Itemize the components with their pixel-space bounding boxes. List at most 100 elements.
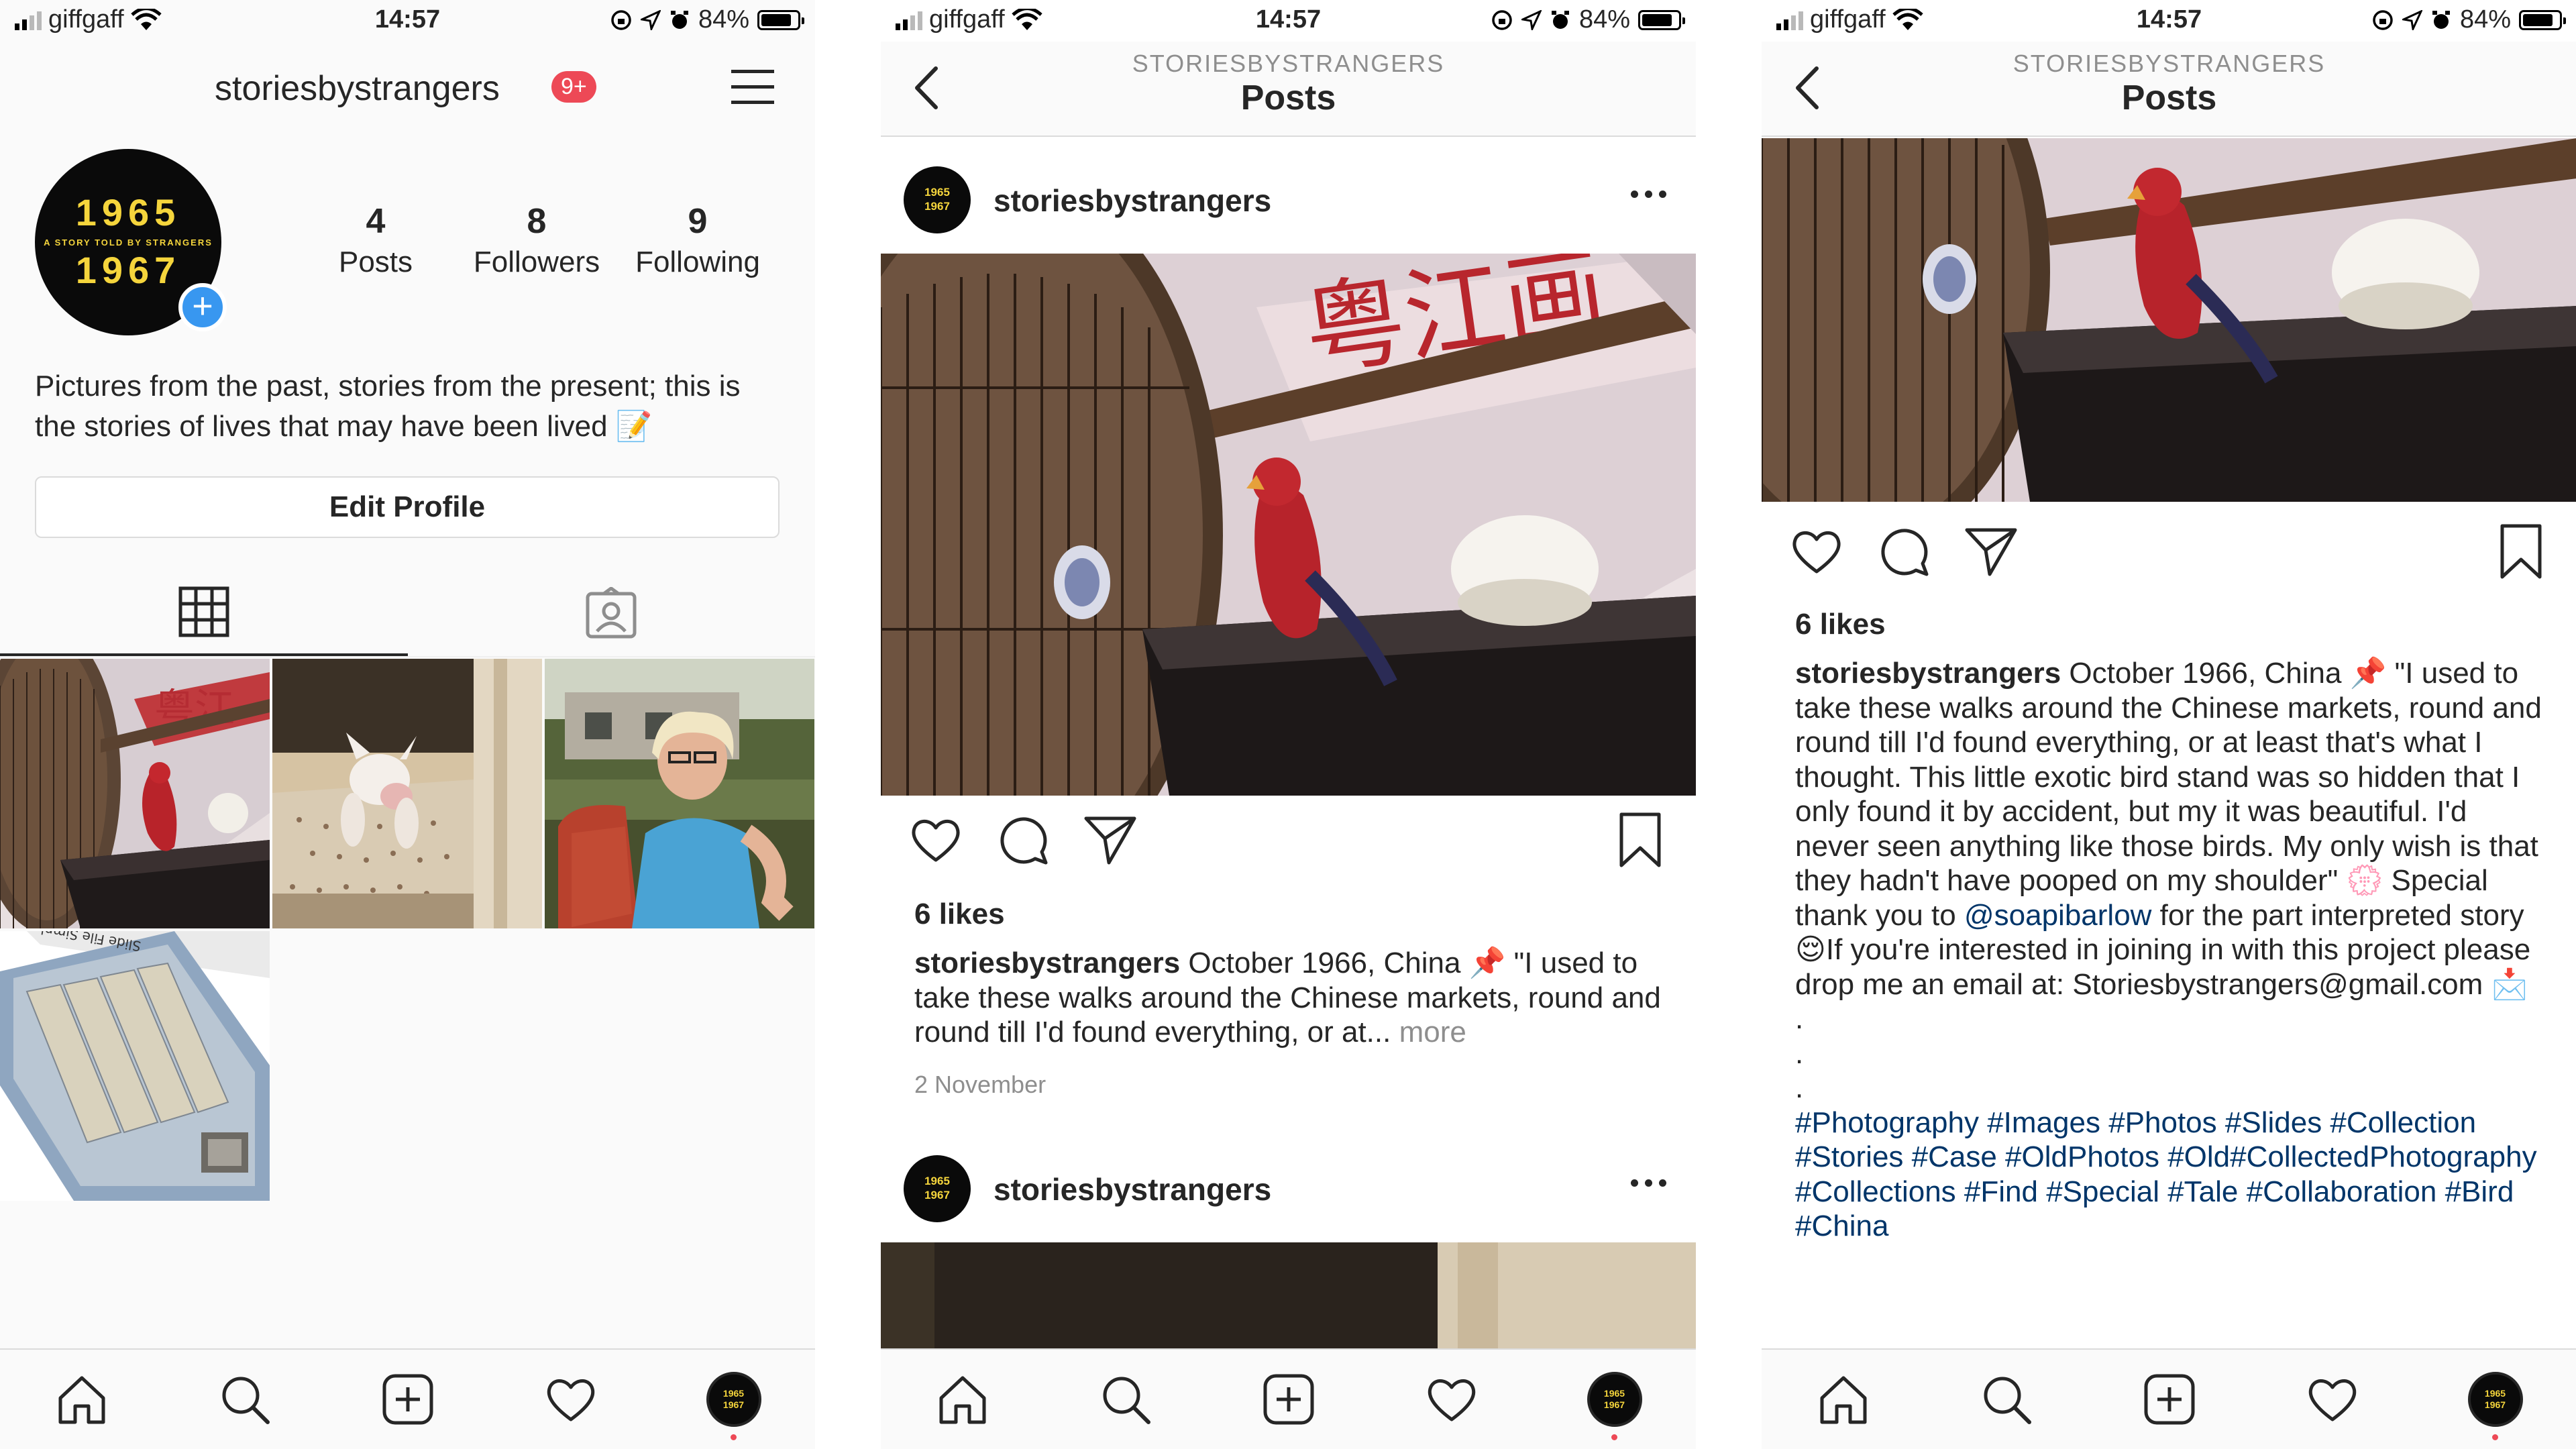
tab-tagged[interactable]	[408, 570, 816, 656]
share-icon[interactable]	[1082, 812, 1138, 868]
nav-activity[interactable]	[541, 1369, 601, 1430]
more-link[interactable]: more	[1399, 1016, 1466, 1049]
post-detail-screen: giffgaff 14:57 84% STORIESBYSTRANGERS Po…	[1762, 0, 2576, 1449]
nav-avatar-bottom: 1967	[2484, 1399, 2506, 1410]
nav-new-post[interactable]	[1258, 1369, 1319, 1430]
tagged-person-icon	[586, 587, 637, 639]
edit-profile-button[interactable]: Edit Profile	[35, 476, 780, 538]
comment-icon[interactable]	[995, 812, 1051, 868]
post-avatar[interactable]: 1965 1967	[904, 166, 971, 233]
post-caption: storiesbystrangers October 1966, China 📌…	[914, 946, 1666, 1050]
nav-home[interactable]	[1813, 1369, 1874, 1430]
grid-icon	[178, 586, 229, 637]
profile-nav-avatar: 1965 1967	[1587, 1372, 1642, 1427]
status-bar: giffgaff 14:57 84%	[0, 0, 815, 42]
alarm-icon	[670, 10, 688, 29]
nav-avatar-bottom: 1967	[1603, 1399, 1625, 1410]
lock-rotation-icon	[1492, 9, 1512, 30]
header-title: Posts	[2121, 78, 2217, 117]
nav-search[interactable]	[215, 1369, 275, 1430]
stat-followers[interactable]: 8 Followers	[456, 201, 617, 279]
nav-profile[interactable]: 1965 1967	[704, 1369, 764, 1440]
grid-photo-slide-case[interactable]: Slide File Simplex	[0, 931, 270, 1201]
location-icon	[2402, 9, 2422, 30]
location-icon	[640, 9, 661, 30]
stat-posts[interactable]: 4 Posts	[295, 201, 456, 279]
nav-new-post[interactable]	[2139, 1369, 2200, 1430]
tab-grid[interactable]	[0, 570, 408, 656]
add-story-icon[interactable]: +	[178, 283, 227, 331]
caption-text-1: October 1966, China 📌 "I used to take th…	[1795, 657, 2542, 932]
activity-dot	[2491, 1434, 2498, 1440]
lock-rotation-icon	[611, 9, 631, 30]
battery-icon	[1638, 9, 1685, 30]
nav-profile[interactable]: 1965 1967	[2465, 1369, 2526, 1440]
heart-icon	[547, 1379, 594, 1421]
bookmark-icon[interactable]	[1612, 812, 1668, 868]
mention-link[interactable]: @soapibarlow	[1964, 899, 2151, 932]
profile-bio: Pictures from the past, stories from the…	[35, 370, 741, 443]
alarm-icon	[2432, 10, 2450, 29]
caption-dot-2: .	[1795, 1036, 1804, 1070]
battery-percent: 84%	[1578, 5, 1630, 34]
grid-photo-woman[interactable]	[545, 659, 814, 928]
nav-activity[interactable]	[1421, 1369, 1482, 1430]
caption-dot-1: .	[1795, 1002, 1804, 1035]
activity-dot	[730, 1434, 737, 1440]
post-actions	[881, 798, 1696, 879]
notification-badge[interactable]: 9+	[551, 71, 596, 103]
battery-percent: 84%	[2459, 5, 2511, 34]
more-options-icon[interactable]	[1631, 1179, 1666, 1187]
nav-search[interactable]	[1976, 1369, 2037, 1430]
like-icon[interactable]	[908, 812, 964, 868]
battery-icon	[2519, 9, 2566, 30]
post-photo[interactable]: 粤江画	[881, 254, 1696, 796]
nav-home[interactable]	[52, 1369, 112, 1430]
battery-icon	[757, 9, 804, 30]
nav-avatar-bottom: 1967	[722, 1399, 745, 1410]
menu-icon[interactable]	[731, 70, 774, 107]
stat-following[interactable]: 9 Following	[617, 201, 778, 279]
bottom-nav: 1965 1967	[1762, 1348, 2576, 1449]
bookmark-icon[interactable]	[2493, 523, 2549, 580]
search-icon	[1103, 1377, 1150, 1424]
dog-photo-image	[272, 659, 542, 928]
nav-activity[interactable]	[2302, 1369, 2363, 1430]
more-options-icon[interactable]	[1631, 191, 1666, 198]
status-bar: giffgaff 14:57 84%	[881, 0, 1696, 42]
add-post-icon	[1263, 1374, 1313, 1425]
bottom-nav: 1965 1967	[881, 1348, 1696, 1449]
header-title: Posts	[1240, 78, 1336, 117]
post-header: 1965 1967 storiesbystrangers	[881, 148, 1696, 241]
profile-stats: 4 Posts 8 Followers 9 Following	[295, 201, 778, 279]
woman-photo-image	[545, 659, 814, 928]
hashtags[interactable]: #Photography #Images #Photos #Slides #Co…	[1795, 1106, 2537, 1243]
bird-photo-image: 粤江	[0, 659, 270, 928]
caption-username[interactable]: storiesbystrangers	[914, 947, 1180, 979]
share-icon[interactable]	[1963, 523, 2019, 580]
grid-photo-dog[interactable]	[272, 659, 542, 928]
post-avatar[interactable]: 1965 1967	[904, 1155, 971, 1222]
caption-username[interactable]: storiesbystrangers	[1795, 657, 2061, 690]
avatar-year-top: 1965	[75, 191, 181, 233]
comment-icon[interactable]	[1876, 523, 1932, 580]
add-post-icon	[2144, 1374, 2194, 1425]
post-username[interactable]: storiesbystrangers	[994, 182, 1271, 219]
likes-count[interactable]: 6 likes	[914, 898, 1005, 931]
likes-count[interactable]: 6 likes	[1795, 608, 1886, 641]
profile-nav-avatar: 1965 1967	[706, 1372, 761, 1427]
post-header-2: 1965 1967 storiesbystrangers	[881, 1136, 1696, 1230]
nav-avatar-top: 1965	[722, 1388, 745, 1399]
header-subtitle: STORIESBYSTRANGERS	[2012, 50, 2326, 77]
status-bar: giffgaff 14:57 84%	[1762, 0, 2576, 42]
nav-new-post[interactable]	[378, 1369, 438, 1430]
nav-profile[interactable]: 1965 1967	[1585, 1369, 1645, 1440]
post-username[interactable]: storiesbystrangers	[994, 1171, 1271, 1208]
post-photo[interactable]	[1762, 138, 2576, 502]
post-photo-2[interactable]	[881, 1242, 1696, 1356]
grid-photo-bird[interactable]: 粤江	[0, 659, 270, 928]
nav-search[interactable]	[1095, 1369, 1156, 1430]
nav-home[interactable]	[932, 1369, 993, 1430]
slide-case-image: Slide File Simplex	[0, 931, 270, 1201]
like-icon[interactable]	[1788, 523, 1845, 580]
